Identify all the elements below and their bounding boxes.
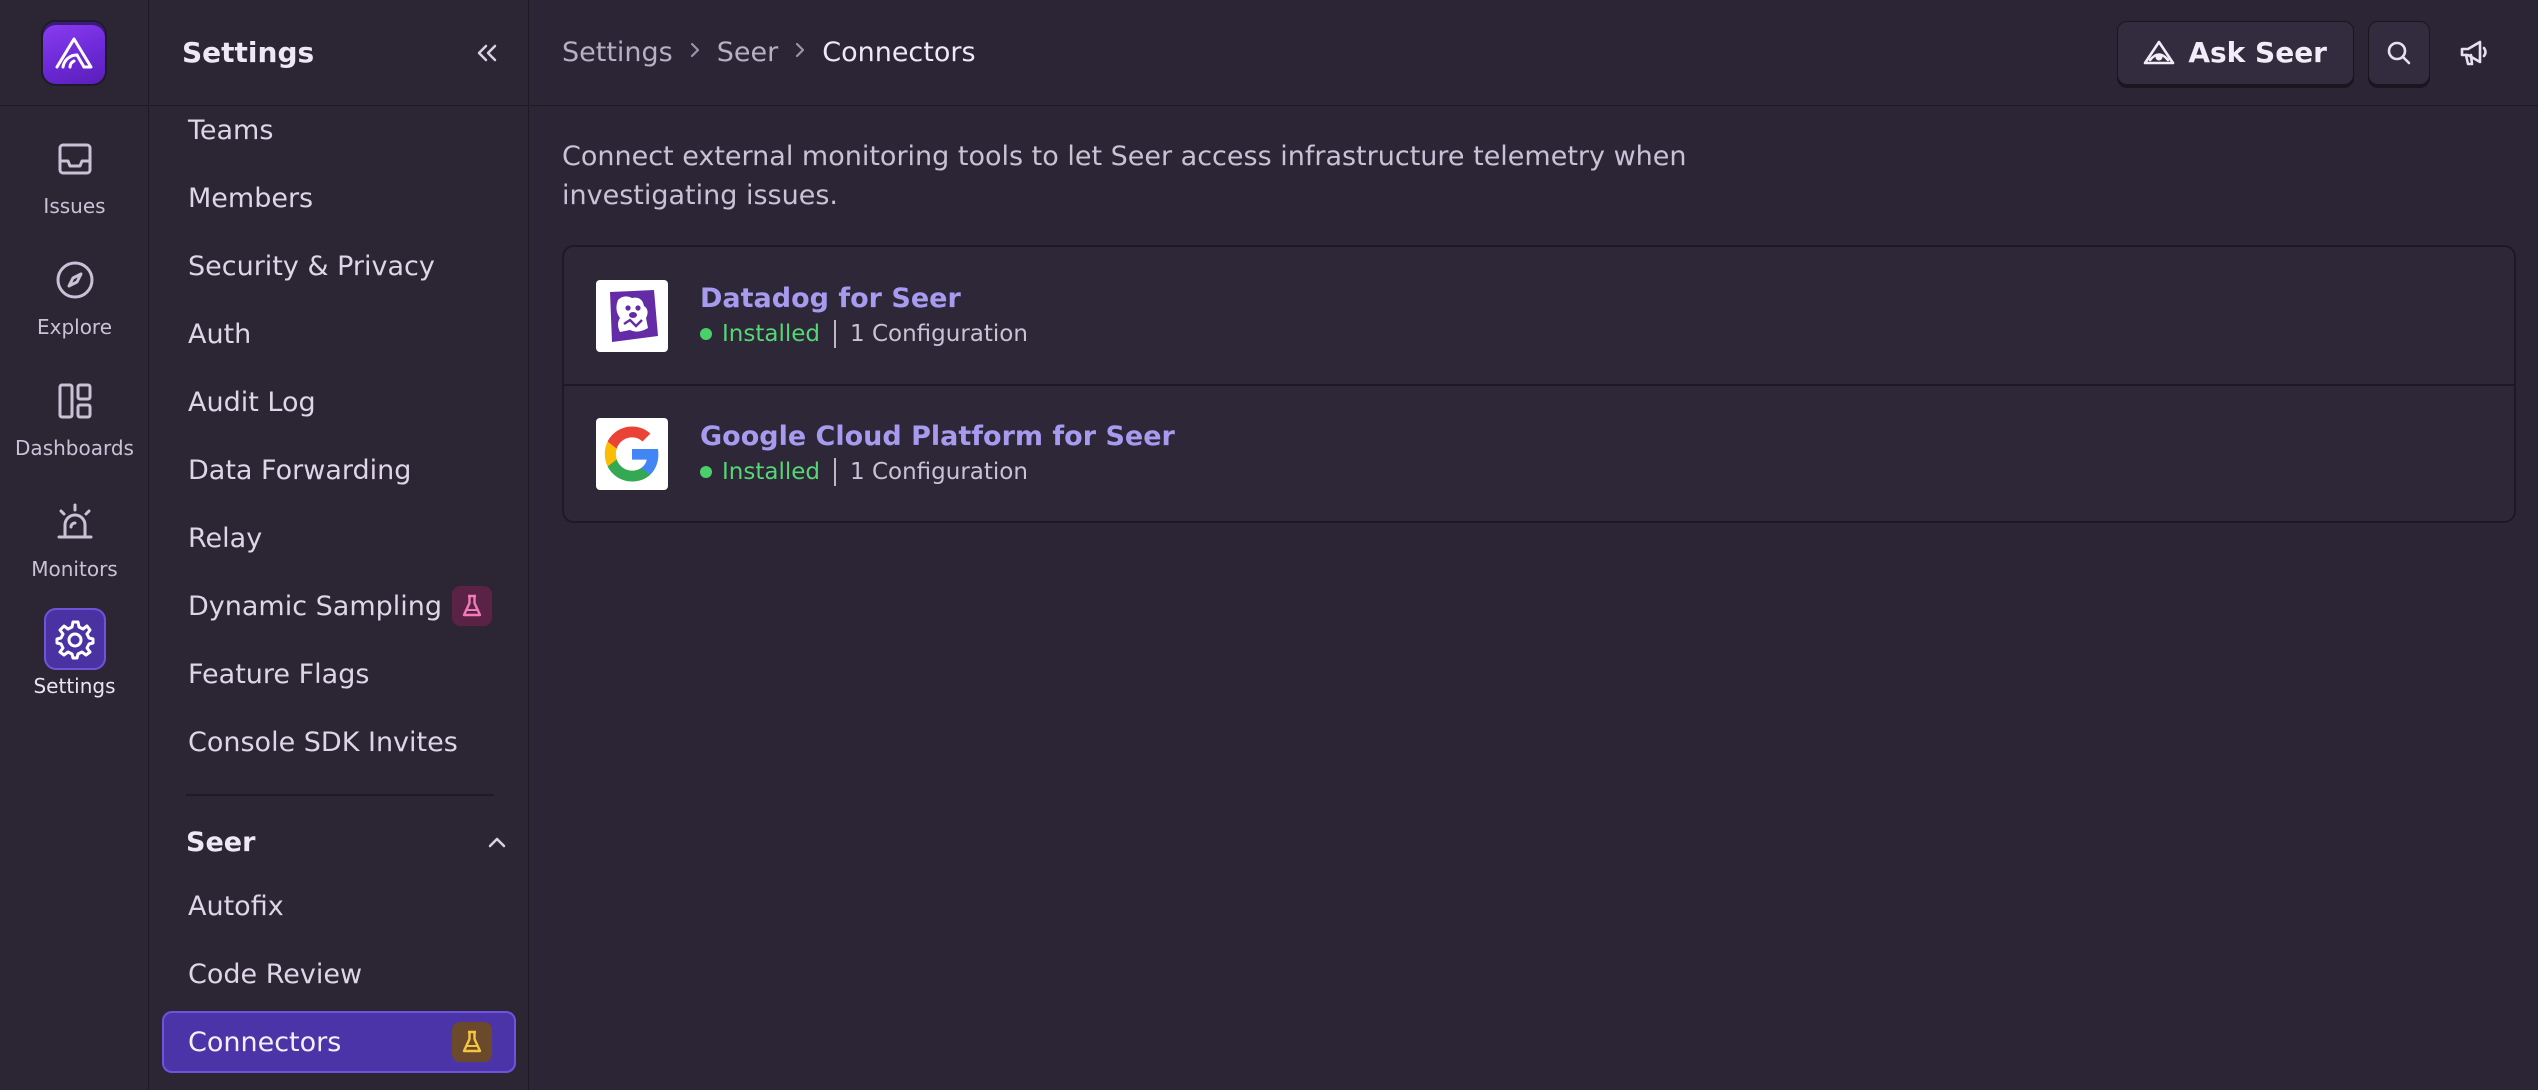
sidebar-item-data-forwarding[interactable]: Data Forwarding <box>162 439 516 501</box>
settings-sidebar: Settings Teams Members Security & Privac… <box>150 0 529 1090</box>
connector-name-link[interactable]: Datadog for Seer <box>700 283 1028 314</box>
sidebar-header: Settings <box>150 0 528 106</box>
logo-container <box>0 0 148 106</box>
rail-item-label: Explore <box>36 315 113 339</box>
gear-icon <box>43 608 106 670</box>
rail-item-label: Dashboards <box>15 436 134 460</box>
sentry-logo-icon[interactable] <box>43 21 105 84</box>
breadcrumb-seer[interactable]: Seer <box>717 37 778 68</box>
connector-info: Datadog for Seer Installed 1 Configurati… <box>700 283 1028 348</box>
status-dot-icon <box>700 466 712 478</box>
sidebar-section-title: Seer <box>186 826 256 858</box>
status-dot-icon <box>700 328 712 340</box>
sidebar-item-label: Members <box>188 182 314 214</box>
double-chevron-left-icon <box>477 44 497 61</box>
sidebar-item-relay[interactable]: Relay <box>162 507 516 569</box>
main-content: Connect external monitoring tools to let… <box>530 107 2538 1090</box>
sidebar-section-seer[interactable]: Seer <box>186 817 528 867</box>
chevron-right-icon <box>689 40 701 65</box>
search-icon <box>2387 41 2411 64</box>
status-badge: Installed <box>722 321 820 347</box>
compass-icon <box>44 249 106 311</box>
collapse-sidebar-button[interactable] <box>472 38 502 68</box>
google-logo-icon <box>596 417 668 490</box>
rail-item-issues[interactable]: Issues <box>0 128 149 218</box>
sidebar-item-label: Auth <box>188 318 252 350</box>
chevron-up-icon <box>488 837 506 848</box>
whats-new-button[interactable] <box>2444 21 2504 85</box>
sidebar-item-label: Feature Flags <box>188 658 370 690</box>
top-header: Settings Seer Connectors Ask Seer <box>530 0 2538 106</box>
search-button[interactable] <box>2368 20 2430 85</box>
sidebar-item-console-sdk-invites[interactable]: Console SDK Invites <box>162 711 516 773</box>
sidebar-item-label: Code Review <box>188 958 363 990</box>
siren-icon <box>44 491 106 553</box>
sidebar-item-label: Autofix <box>188 890 284 922</box>
sidebar-item-dynamic-sampling[interactable]: Dynamic Sampling <box>162 575 516 637</box>
sidebar-item-code-review[interactable]: Code Review <box>162 943 516 1005</box>
megaphone-icon <box>2460 40 2487 65</box>
sidebar-item-label: Connectors <box>188 1026 342 1058</box>
connector-info: Google Cloud Platform for Seer Installed… <box>700 421 1175 486</box>
ask-seer-button[interactable]: Ask Seer <box>2117 20 2354 85</box>
rail-item-dashboards[interactable]: Dashboards <box>0 370 149 460</box>
sidebar-item-feature-flags[interactable]: Feature Flags <box>162 643 516 705</box>
sidebar-item-autofix[interactable]: Autofix <box>162 875 516 937</box>
sidebar-item-label: Dynamic Sampling <box>188 590 443 622</box>
primary-nav-rail: Issues Explore Dashboards Monitors Setti… <box>0 0 149 1090</box>
meta-divider <box>834 320 836 348</box>
sidebar-item-audit-log[interactable]: Audit Log <box>162 371 516 433</box>
beta-flask-icon <box>452 586 492 626</box>
sidebar-item-connectors[interactable]: Connectors <box>162 1011 516 1073</box>
connector-row-google-cloud: Google Cloud Platform for Seer Installed… <box>564 384 2514 521</box>
status-badge: Installed <box>722 459 820 485</box>
page-description: Connect external monitoring tools to let… <box>562 141 1687 211</box>
sidebar-item-label: Relay <box>188 522 263 554</box>
connector-row-datadog: Datadog for Seer Installed 1 Configurati… <box>564 247 2514 384</box>
sidebar-item-label: Security & Privacy <box>188 250 435 282</box>
sidebar-item-label: Teams <box>188 114 274 146</box>
sidebar-item-security-privacy[interactable]: Security & Privacy <box>162 235 516 297</box>
sidebar-item-teams[interactable]: Teams <box>162 99 516 161</box>
rail-item-settings[interactable]: Settings <box>0 608 149 698</box>
sidebar-item-label: Audit Log <box>188 386 316 418</box>
inbox-icon <box>44 128 106 190</box>
connector-meta: Installed 1 Configuration <box>700 320 1028 348</box>
breadcrumb-settings[interactable]: Settings <box>562 37 673 68</box>
seer-eye-icon <box>2144 40 2175 64</box>
chevron-right-icon <box>794 40 806 65</box>
rail-item-monitors[interactable]: Monitors <box>0 491 149 581</box>
beta-flask-icon <box>452 1022 492 1062</box>
connectors-panel: Datadog for Seer Installed 1 Configurati… <box>562 245 2516 523</box>
header-actions: Ask Seer <box>2117 20 2504 85</box>
rail-item-label: Issues <box>43 194 106 218</box>
configuration-count: 1 Configuration <box>850 459 1028 485</box>
sidebar-item-label: Console SDK Invites <box>188 726 458 758</box>
breadcrumb: Settings Seer Connectors <box>562 37 976 68</box>
sidebar-item-label: Data Forwarding <box>188 454 412 486</box>
ask-seer-label: Ask Seer <box>2188 36 2327 69</box>
rail-item-explore[interactable]: Explore <box>0 249 149 339</box>
rail-item-label: Monitors <box>31 557 118 581</box>
dashboard-icon <box>44 370 106 432</box>
rail-item-label: Settings <box>33 674 116 698</box>
connector-meta: Installed 1 Configuration <box>700 458 1175 486</box>
breadcrumb-connectors: Connectors <box>822 37 976 68</box>
connector-name-link[interactable]: Google Cloud Platform for Seer <box>700 421 1175 452</box>
sidebar-title: Settings <box>182 36 315 69</box>
sidebar-divider <box>186 794 494 796</box>
meta-divider <box>834 458 836 486</box>
datadog-logo-icon <box>596 279 668 352</box>
sidebar-item-auth[interactable]: Auth <box>162 303 516 365</box>
sidebar-item-members[interactable]: Members <box>162 167 516 229</box>
configuration-count: 1 Configuration <box>850 321 1028 347</box>
